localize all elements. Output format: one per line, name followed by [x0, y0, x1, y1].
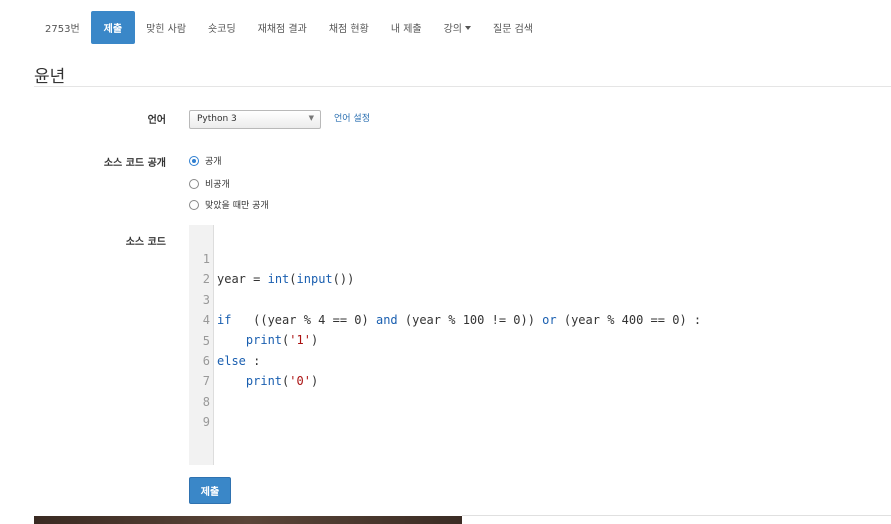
select-arrow-icon: ▼: [308, 114, 314, 122]
language-select[interactable]: Python 3 ▼: [189, 110, 321, 129]
tab-problem-label: 2753번: [45, 24, 80, 35]
tab-rejudge-results-label: 재채점 결과: [257, 24, 307, 35]
radio-unchecked-icon[interactable]: [189, 178, 199, 189]
tab-accepted-users-label: 맞힌 사람: [146, 24, 187, 35]
visibility-option-public[interactable]: 공개: [189, 154, 222, 167]
code-editor[interactable]: 1 year = int(input()) 2 3 if ((year % 4 …: [189, 225, 891, 465]
tab-question-search-label: 질문 검색: [493, 24, 533, 35]
tab-judge-status[interactable]: 채점 현황: [318, 11, 380, 44]
visibility-option-private-label: 비공개: [205, 180, 230, 190]
code-text: print('1'): [245, 333, 319, 347]
visibility-option-on-accept[interactable]: 맞았을 때만 공개: [189, 198, 269, 211]
code-line: 6 print('0'): [189, 331, 318, 388]
tab-question-search[interactable]: 질문 검색: [482, 11, 544, 44]
source-code-label: 소스 코드: [125, 237, 166, 248]
visibility-option-on-accept-label: 맞았을 때만 공개: [205, 201, 269, 211]
tab-submit-label: 제출: [103, 24, 123, 35]
submit-button[interactable]: 제출: [189, 477, 231, 504]
code-line: 1 year = int(input()): [189, 229, 355, 286]
code-line: 5 else :: [189, 311, 261, 368]
code-line: 2: [189, 249, 218, 286]
code-line: 4 print('1'): [189, 290, 318, 347]
language-settings-link[interactable]: 언어 설정: [334, 111, 370, 124]
tab-short-coding-label: 숏코딩: [208, 24, 236, 35]
line-number: 9: [202, 415, 210, 429]
code-text: else :: [217, 354, 261, 368]
tab-problem[interactable]: 2753번: [34, 11, 91, 44]
caret-down-icon: [465, 25, 472, 30]
code-line: 3 if ((year % 4 == 0) and (year % 100 !=…: [189, 270, 701, 327]
tab-submit[interactable]: 제출: [90, 11, 136, 44]
page-title: 윤년: [34, 67, 66, 87]
code-line: 7: [189, 351, 218, 388]
tab-lectures-dropdown[interactable]: 강의: [433, 11, 482, 44]
tab-my-submissions[interactable]: 내 제출: [380, 11, 433, 44]
code-text: if ((year % 4 == 0) and (year % 100 != 0…: [217, 313, 702, 327]
bottom-divider: [462, 515, 891, 516]
bottom-banner-image: [34, 516, 462, 524]
tab-rejudge-results[interactable]: 재채점 결과: [247, 11, 318, 44]
tab-accepted-users[interactable]: 맞힌 사람: [135, 11, 197, 44]
code-line: 8: [189, 372, 218, 409]
tab-short-coding[interactable]: 숏코딩: [197, 11, 247, 44]
radio-checked-icon[interactable]: [189, 155, 199, 166]
visibility-label: 소스 코드 공개: [103, 158, 166, 169]
title-divider: [34, 86, 891, 87]
problem-tab-nav: 2753번 제출 맞힌 사람 숏코딩 재채점 결과 채점 현황 내 제출 강의 …: [34, 11, 544, 44]
code-text: year = int(input()): [217, 272, 355, 286]
tab-judge-status-label: 채점 현황: [328, 24, 369, 35]
tab-lectures-label: 강의: [443, 24, 463, 35]
code-text: print('0'): [245, 374, 319, 388]
tab-my-submissions-label: 내 제출: [390, 24, 422, 35]
language-label: 언어: [147, 115, 166, 126]
radio-unchecked-icon[interactable]: [189, 199, 199, 210]
code-line: 9: [189, 392, 218, 429]
visibility-option-public-label: 공개: [205, 157, 222, 167]
visibility-option-private[interactable]: 비공개: [189, 177, 230, 190]
language-select-value: Python 3: [197, 114, 237, 124]
